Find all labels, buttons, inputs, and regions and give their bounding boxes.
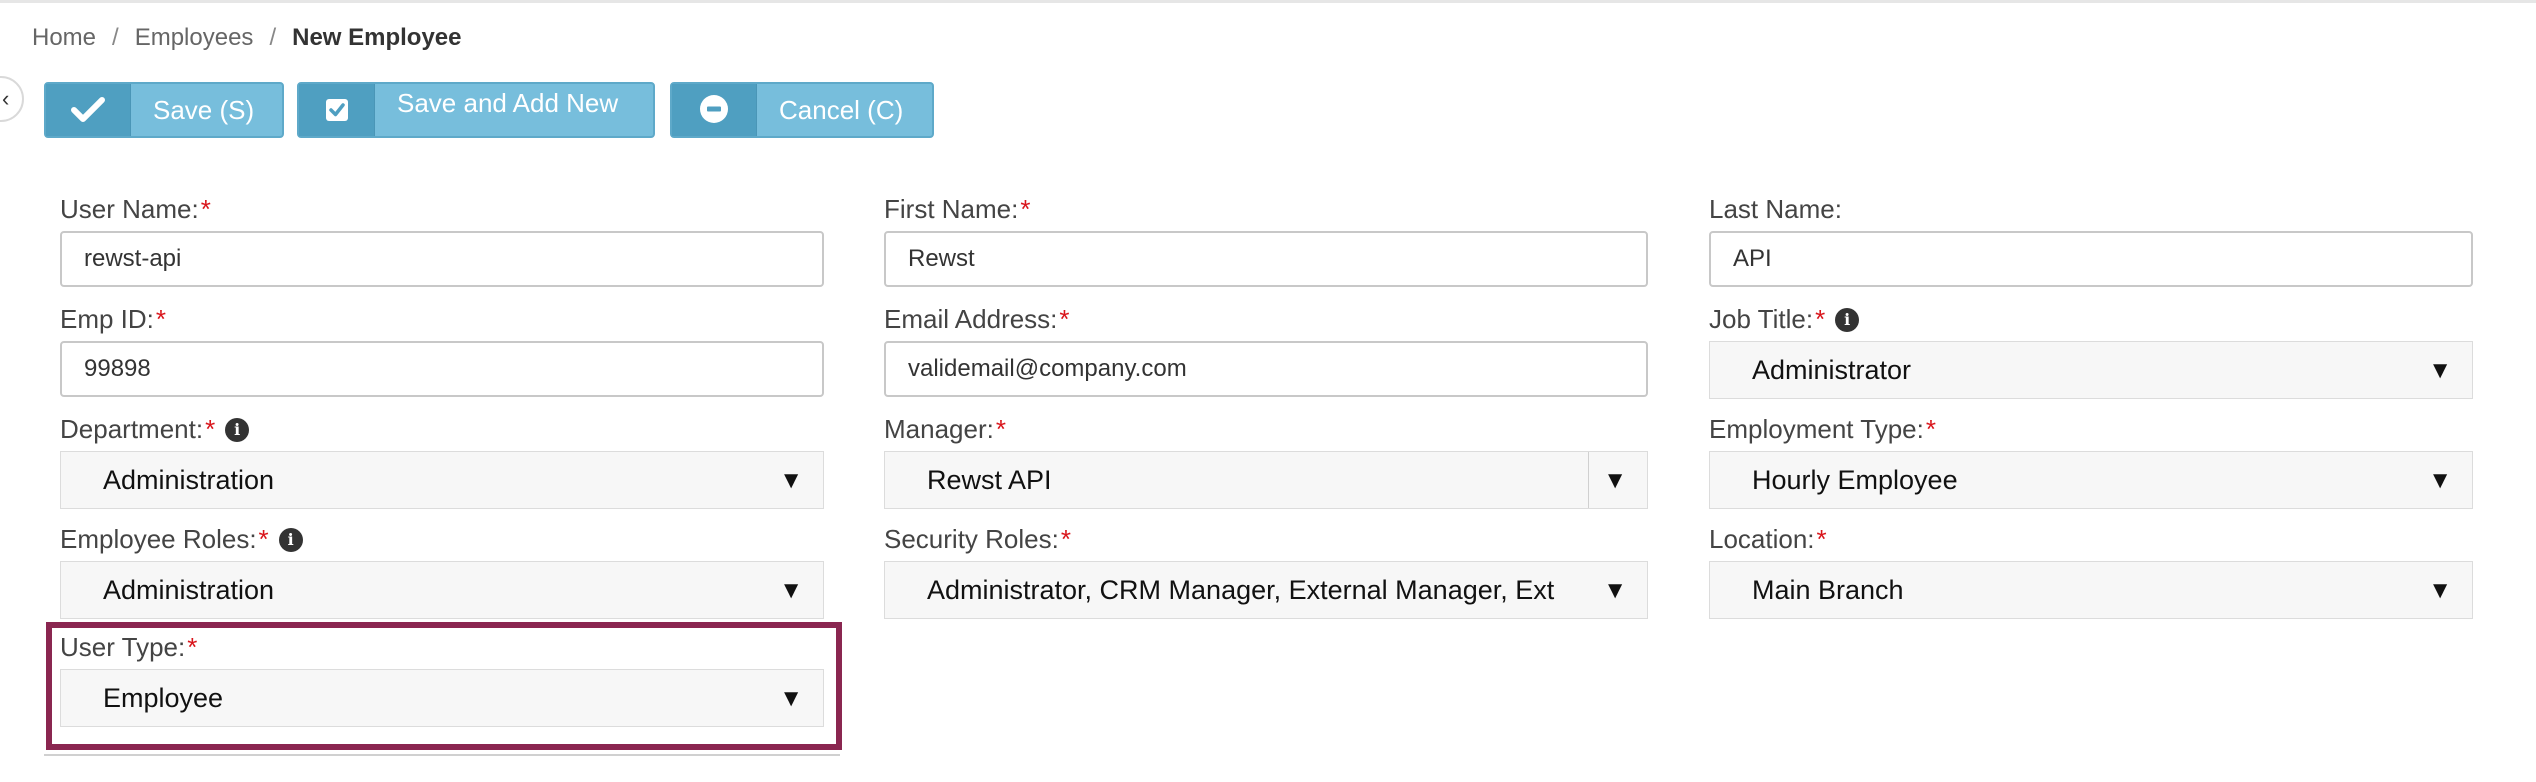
save-and-add-new-label: Save and Add New: [397, 87, 619, 118]
info-icon[interactable]: i: [1835, 307, 1860, 332]
job-title-select[interactable]: Administrator ▼: [1709, 341, 2473, 399]
employee-roles-select[interactable]: Administration ▼: [60, 561, 824, 619]
chevron-down-icon: ▼: [2428, 357, 2452, 385]
last-name-label: Last Name:: [1709, 194, 1842, 224]
user-name-field[interactable]: rewst-api: [60, 231, 824, 287]
employee-roles-label: Employee Roles: * i: [60, 524, 303, 555]
breadcrumb-employees-link[interactable]: Employees: [135, 24, 254, 52]
location-label: Location: *: [1709, 524, 1827, 554]
top-divider: [0, 0, 2536, 3]
job-title-value: Administrator: [1752, 354, 1912, 385]
cancel-button-label: Cancel (C): [779, 94, 904, 125]
sidebar-toggle-button[interactable]: ‹: [0, 76, 24, 122]
first-name-field[interactable]: Rewst: [884, 231, 1648, 287]
chevron-down-icon: ▼: [779, 467, 803, 495]
user-type-value: Employee: [103, 682, 224, 713]
department-select[interactable]: Administration ▼: [60, 451, 824, 509]
employee-roles-value: Administration: [103, 574, 275, 605]
location-value: Main Branch: [1752, 574, 1904, 605]
employment-type-value: Hourly Employee: [1752, 464, 1958, 495]
checkbox-icon: [299, 84, 375, 136]
security-roles-label: Security Roles: *: [884, 524, 1071, 554]
breadcrumb-separator: /: [112, 24, 119, 51]
user-type-label: User Type: *: [60, 632, 198, 662]
security-roles-value: Administrator, CRM Manager, External Man…: [927, 574, 1555, 605]
breadcrumb-current: New Employee: [292, 24, 462, 51]
emp-id-field[interactable]: 99898: [60, 341, 824, 397]
save-button-label: Save (S): [153, 94, 255, 125]
breadcrumb-separator: /: [269, 24, 277, 51]
job-title-label: Job Title: * i: [1709, 304, 1860, 335]
select-divider: [1588, 452, 1589, 508]
save-and-add-new-button[interactable]: Save and Add New: [297, 82, 655, 138]
cancel-button[interactable]: Cancel (C): [670, 82, 934, 138]
save-button[interactable]: Save (S): [44, 82, 284, 138]
manager-label: Manager: *: [884, 414, 1006, 444]
info-icon[interactable]: i: [225, 417, 250, 442]
info-icon[interactable]: i: [278, 527, 303, 552]
chevron-left-icon: ‹: [2, 86, 10, 111]
new-employee-page: Home / Employees / New Employee ‹ Save (…: [0, 0, 2536, 782]
email-field[interactable]: validemail@company.com: [884, 341, 1648, 397]
chevron-down-icon: ▼: [779, 577, 803, 605]
department-label: Department: * i: [60, 414, 250, 445]
chevron-down-icon[interactable]: ▼: [1603, 467, 1627, 495]
last-name-field[interactable]: API: [1709, 231, 2473, 287]
user-type-select[interactable]: Employee ▼: [60, 669, 824, 727]
checkmark-icon: [46, 84, 131, 136]
email-address-label: Email Address: *: [884, 304, 1070, 334]
chevron-down-icon: ▼: [2428, 467, 2452, 495]
department-value: Administration: [103, 464, 275, 495]
chevron-down-icon: ▼: [1603, 577, 1627, 605]
manager-select[interactable]: Rewst API ▼: [884, 451, 1648, 509]
minus-circle-icon: [672, 84, 757, 136]
emp-id-label: Emp ID: *: [60, 304, 167, 334]
chevron-down-icon: ▼: [2428, 577, 2452, 605]
first-name-label: First Name: *: [884, 194, 1031, 224]
user-name-label: User Name: *: [60, 194, 211, 224]
section-divider: [44, 754, 840, 756]
breadcrumb-home-link[interactable]: Home: [32, 24, 96, 52]
employment-type-label: Employment Type: *: [1709, 414, 1936, 444]
location-select[interactable]: Main Branch ▼: [1709, 561, 2473, 619]
employment-type-select[interactable]: Hourly Employee ▼: [1709, 451, 2473, 509]
manager-value: Rewst API: [927, 464, 1052, 495]
breadcrumb: Home / Employees / New Employee: [32, 24, 462, 52]
security-roles-select[interactable]: Administrator, CRM Manager, External Man…: [884, 561, 1648, 619]
chevron-down-icon: ▼: [779, 685, 803, 713]
